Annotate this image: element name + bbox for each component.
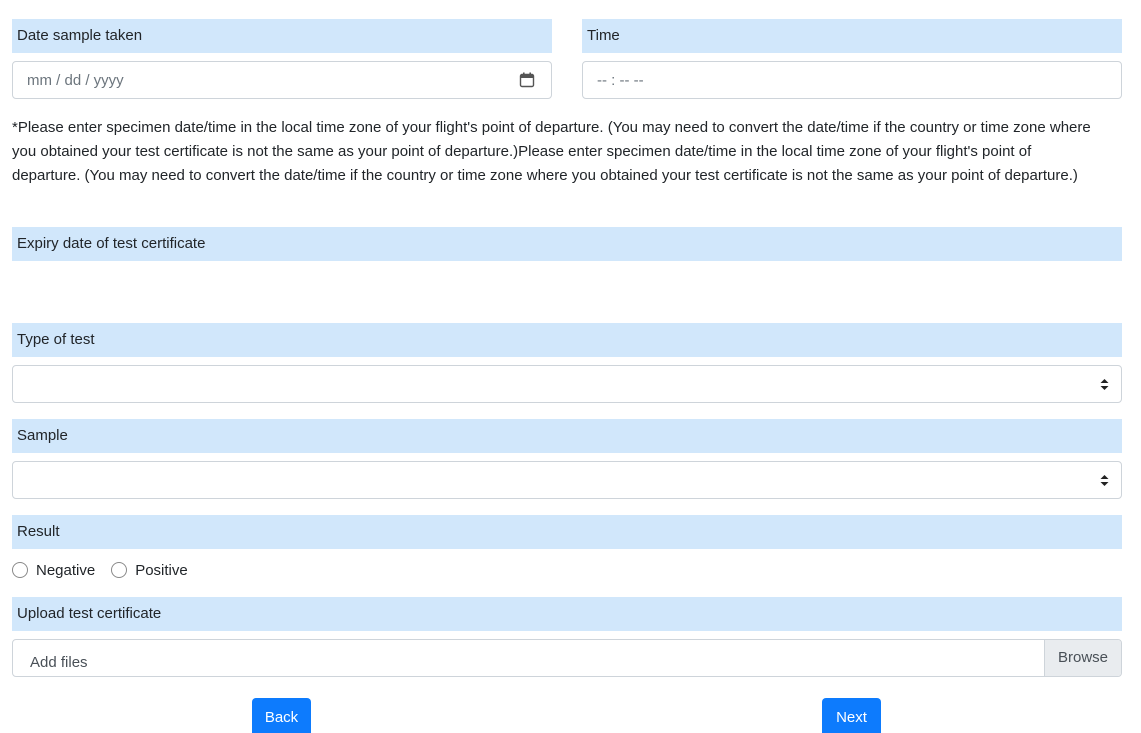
time-placeholder: -- : -- -- bbox=[597, 72, 644, 89]
time-input[interactable]: -- : -- -- bbox=[582, 61, 1122, 99]
date-placeholder: mm / dd / yyyy bbox=[27, 72, 124, 89]
add-files-placeholder: Add files bbox=[30, 654, 88, 671]
negative-radio-label[interactable]: Negative bbox=[36, 562, 95, 579]
expiry-date-label: Expiry date of test certificate bbox=[12, 227, 1122, 261]
result-label: Result bbox=[12, 515, 1122, 549]
negative-radio[interactable] bbox=[12, 562, 28, 578]
sample-label: Sample bbox=[12, 419, 1122, 453]
test-details-form: Date sample taken mm / dd / yyyy Time --… bbox=[0, 0, 1141, 733]
upload-label: Upload test certificate bbox=[12, 597, 1122, 631]
next-button[interactable]: Next bbox=[822, 698, 881, 733]
date-sample-label: Date sample taken bbox=[12, 19, 552, 53]
type-of-test-label: Type of test bbox=[12, 323, 1122, 357]
browse-button[interactable]: Browse bbox=[1044, 640, 1121, 676]
select-arrows-icon bbox=[1100, 379, 1109, 390]
type-of-test-select[interactable] bbox=[12, 365, 1122, 403]
result-radio-group: Negative Positive bbox=[12, 558, 204, 582]
timezone-note: *Please enter specimen date/time in the … bbox=[12, 119, 1091, 184]
select-arrows-icon bbox=[1100, 475, 1109, 486]
back-button[interactable]: Back bbox=[252, 698, 311, 733]
positive-radio[interactable] bbox=[111, 562, 128, 578]
positive-radio-label[interactable]: Positive bbox=[135, 562, 188, 579]
file-upload-input[interactable]: Add files Browse bbox=[12, 639, 1122, 677]
date-sample-input[interactable]: mm / dd / yyyy bbox=[12, 61, 552, 99]
sample-select[interactable] bbox=[12, 461, 1122, 499]
time-label: Time bbox=[582, 19, 1122, 53]
calendar-icon[interactable] bbox=[519, 72, 535, 88]
